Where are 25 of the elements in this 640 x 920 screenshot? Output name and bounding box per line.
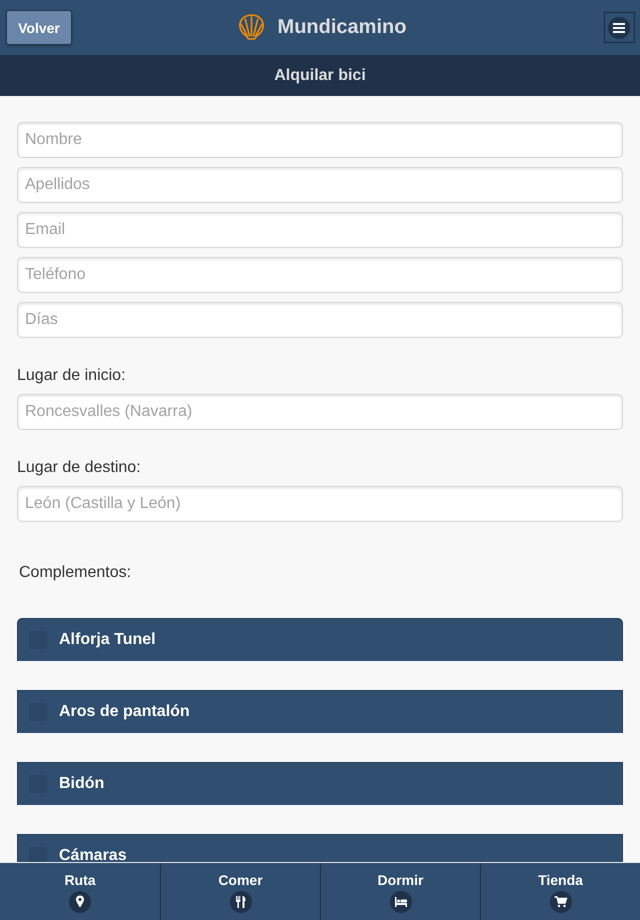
back-button[interactable]: Volver [6,10,72,45]
app-title: Mundicamino [278,16,406,39]
field-label: Lugar de inicio: [17,366,126,385]
location-field[interactable]: León (Castilla y León) [17,486,623,522]
menu-icon [608,16,630,38]
location-field[interactable]: Roncesvalles (Navarra) [17,394,623,430]
fork-knife-icon [230,891,252,913]
checkbox-option[interactable]: Alforja Tunel [17,618,623,661]
field-label: Lugar de destino: [17,458,141,477]
bed-icon [390,891,412,913]
section-label: Complementos: [19,563,132,582]
cart-icon [550,891,572,913]
input-field[interactable]: Nombre [17,122,623,158]
input-field[interactable]: Email [17,212,623,248]
input-field[interactable]: Apellidos [17,167,623,203]
checkbox-option[interactable]: Cámaras [17,834,623,862]
checkbox-option[interactable]: Bidón [17,762,623,805]
checkbox[interactable] [29,847,47,862]
input-field[interactable]: Días [17,302,623,338]
map-pin-icon [69,891,91,913]
input-field[interactable]: Teléfono [17,257,623,293]
shell-logo-icon [238,14,265,41]
page-title: Alquilar bici [274,66,366,84]
menu-button[interactable] [604,12,635,43]
checkbox-option[interactable]: Aros de pantalón [17,690,623,733]
